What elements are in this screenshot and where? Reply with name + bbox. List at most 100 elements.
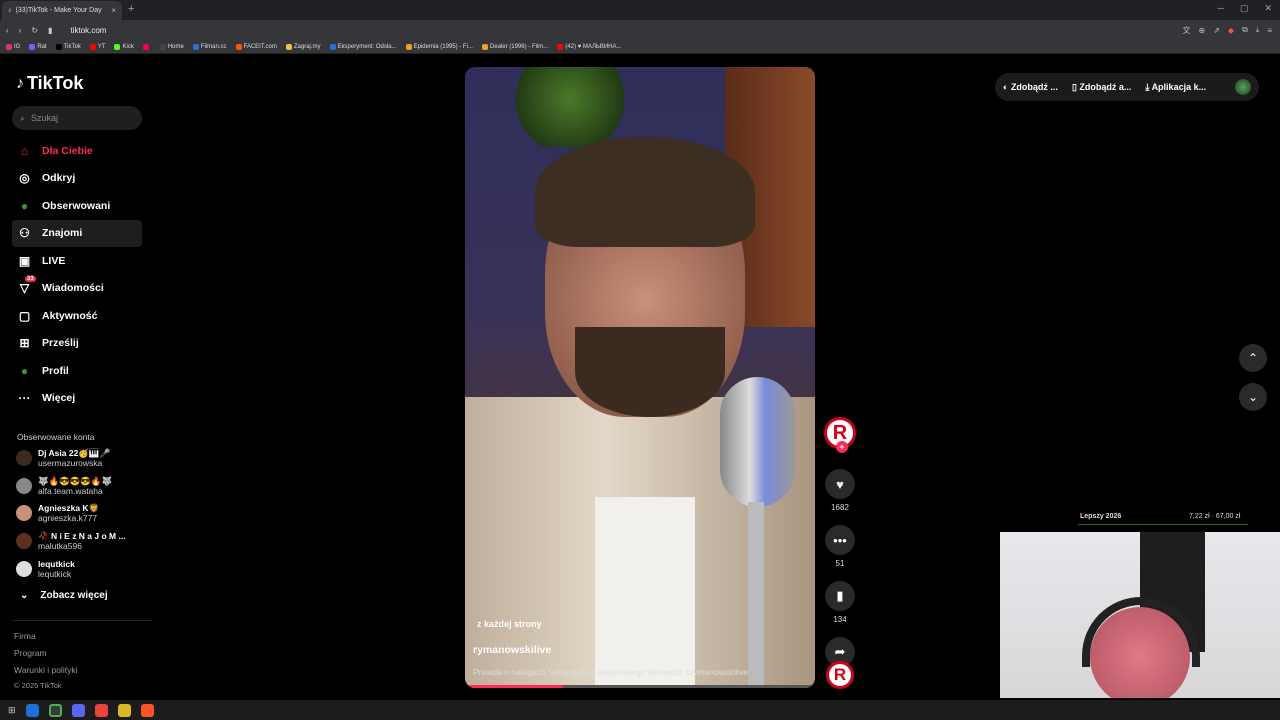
bookmark-label: Filman.cc: [200, 43, 227, 50]
bookmark-item[interactable]: Zagraj.my: [285, 43, 321, 50]
get-coins-button[interactable]: ◐ Zdobądź ...: [1003, 82, 1058, 92]
scroll-down-button[interactable]: ⌄: [1239, 383, 1267, 411]
save-count: 134: [833, 615, 847, 624]
bookmark-item[interactable]: Epidemia (1995) - Fi...: [405, 43, 473, 50]
url-field[interactable]: tiktok.com: [70, 26, 106, 35]
forward-icon[interactable]: ›: [19, 26, 22, 35]
like-button[interactable]: ♥: [825, 469, 855, 499]
footer-link-company[interactable]: Firma: [14, 631, 36, 641]
sidebar-item-label: Odkryj: [42, 172, 76, 185]
bookmark-favicon-icon: [235, 43, 242, 50]
search-input[interactable]: ⌕ Szukaj: [12, 106, 142, 130]
creator-avatar[interactable]: R +: [824, 417, 856, 453]
bookmark-item[interactable]: Filman.cc: [192, 43, 227, 50]
sidebar-item-label: Dla Ciebie: [42, 144, 93, 157]
video-progress-bar[interactable]: [465, 685, 815, 688]
followed-account[interactable]: 🥀 N i E z N a J o M ... malutka596: [16, 531, 126, 551]
avatar: [16, 561, 32, 577]
brave-shield-icon[interactable]: ◆: [1228, 26, 1234, 35]
downloads-icon[interactable]: ⤓: [1256, 25, 1260, 35]
bookmark-label: Home: [167, 43, 184, 50]
bookmark-item[interactable]: Eksperyment: Odsła...: [329, 43, 397, 50]
account-text: 🐺🔥😎😎😎🔥🐺 alfa.team.wataha: [38, 476, 112, 496]
sidebar-item-profil[interactable]: ● Profil: [12, 357, 142, 385]
brave-icon[interactable]: [140, 703, 154, 717]
browser-tab-strip: ♪ (33)TikTok - Make Your Day × + ─ ▢ ✕: [0, 0, 1280, 20]
bookmark-item[interactable]: Dealer (1996) - Film...: [481, 43, 548, 50]
sidebar-item-aktywność[interactable]: ▢ Aktywność: [12, 302, 142, 330]
bookmark-item[interactable]: Kick: [114, 43, 134, 50]
bookmark-item[interactable]: TikTok: [55, 43, 81, 50]
app2-icon[interactable]: [117, 703, 131, 717]
video-player[interactable]: z każdej strony rymanowskilive Prawda o …: [465, 67, 815, 688]
search-icon: ⌕: [20, 112, 26, 123]
menu-icon[interactable]: ≡: [1267, 26, 1272, 35]
sidebar-item-odkryj[interactable]: ◎ Odkryj: [12, 165, 142, 193]
bookmark-item[interactable]: YT: [89, 43, 105, 50]
followed-account[interactable]: Agnieszka K🦁 agnieszka.k777: [16, 503, 99, 523]
video-username[interactable]: rymanowskilive: [473, 644, 551, 656]
bookmark-label: IG: [14, 43, 21, 50]
user-avatar[interactable]: [1235, 79, 1251, 95]
reload-icon[interactable]: ↻: [31, 26, 38, 35]
minimize-icon[interactable]: ─: [1218, 3, 1224, 14]
close-tab-icon[interactable]: ×: [111, 6, 116, 15]
start-icon[interactable]: ⊞: [8, 705, 16, 716]
heart-icon: ♥: [836, 476, 844, 492]
compass-icon: ◎: [19, 171, 30, 186]
stream-overlay-price: 7,22 zł · 67,00 zł: [1189, 513, 1241, 520]
extension-icon[interactable]: ⧉: [1242, 25, 1248, 35]
bookmark-item[interactable]: Rat: [29, 43, 47, 50]
sidebar-item-wiadomości[interactable]: ▽ Wiadomości 33: [12, 275, 142, 303]
footer-link-terms[interactable]: Warunki i polityki: [14, 665, 77, 675]
see-more-button[interactable]: ⌄ Zobacz więcej: [20, 590, 108, 601]
bookmarks-bar: IG Rat TikTok YT Kick Home Filman.cc FACEIT.com…: [0, 40, 1280, 54]
followed-account[interactable]: 🐺🔥😎😎😎🔥🐺 alfa.team.wataha: [16, 476, 112, 496]
back-icon[interactable]: ‹: [6, 26, 9, 35]
get-app-button[interactable]: ▯ Zdobądź a...: [1072, 82, 1131, 93]
zoom-icon[interactable]: ⊕: [1199, 26, 1206, 35]
new-tab-button[interactable]: +: [128, 3, 134, 15]
sidebar-item-więcej[interactable]: ··· Więcej: [12, 385, 142, 413]
bookmark-item[interactable]: FACEIT.com: [235, 43, 277, 50]
bookmark-favicon-icon: [405, 43, 412, 50]
save-button[interactable]: ▮: [825, 581, 855, 611]
share-icon[interactable]: ⇗: [1213, 26, 1220, 35]
bookmark-item[interactable]: [142, 43, 151, 50]
download-app-button[interactable]: ⤓ Aplikacja k...: [1145, 82, 1206, 93]
sidebar-item-obserwowani[interactable]: ● Obserwowani: [12, 192, 142, 220]
webcam-overlay: [1000, 532, 1280, 698]
sidebar-item-live[interactable]: ▣ LIVE: [12, 247, 142, 275]
maximize-icon[interactable]: ▢: [1240, 3, 1249, 14]
bookmark-page-icon[interactable]: ▮: [48, 26, 52, 35]
bookmark-favicon-icon: [142, 43, 149, 50]
discord-icon[interactable]: [71, 703, 85, 717]
sidebar-item-znajomi[interactable]: ⚇ Znajomi: [12, 219, 142, 247]
friends-icon: ⚇: [19, 226, 30, 241]
sidebar-item-dla-ciebie[interactable]: ⌂ Dla Ciebie: [12, 137, 142, 165]
sidebar-item-prześlij[interactable]: ⊞ Prześlij: [12, 330, 142, 358]
followed-account[interactable]: Dj Asia 22🥳🎹🎤 usermazurowska: [16, 448, 110, 468]
translate-icon[interactable]: 文: [1183, 25, 1191, 36]
browser-tab[interactable]: ♪ (33)TikTok - Make Your Day ×: [2, 1, 122, 20]
bookmark-item[interactable]: Home: [159, 43, 184, 50]
follow-plus-icon[interactable]: +: [836, 441, 848, 453]
app-icon[interactable]: [94, 703, 108, 717]
comment-button[interactable]: •••: [825, 525, 855, 555]
bookmark-item[interactable]: (42) ♥ МАЛЬВИНА...: [557, 43, 622, 50]
top-actions-bar: ◐ Zdobądź ... ▯ Zdobądź a... ⤓ Aplikacja…: [995, 73, 1259, 101]
chrome-icon[interactable]: [48, 703, 62, 717]
footer-link-program[interactable]: Program: [14, 648, 47, 658]
window-close-icon[interactable]: ✕: [1264, 3, 1272, 14]
explorer-icon[interactable]: [25, 703, 39, 717]
music-disc-avatar[interactable]: R: [826, 661, 854, 689]
video-description: Prawda o nałogach Sebastiana Fabijańskie…: [473, 667, 748, 677]
bookmark-item[interactable]: IG: [6, 43, 21, 50]
logo-text: TikTok: [27, 73, 84, 93]
followed-account[interactable]: lequtkick lequtkick: [16, 559, 75, 579]
like-count: 1682: [831, 503, 849, 512]
chevron-down-icon: ⌄: [1247, 390, 1259, 404]
scroll-up-button[interactable]: ⌃: [1239, 344, 1267, 372]
bookmark-favicon-icon: [192, 43, 199, 50]
tiktok-logo[interactable]: ♪ TikTok: [16, 73, 83, 94]
